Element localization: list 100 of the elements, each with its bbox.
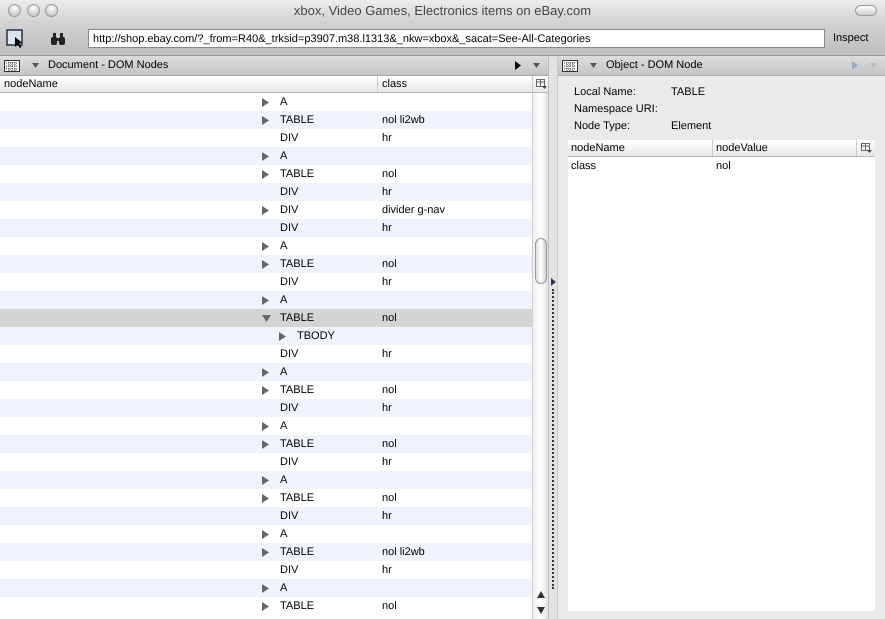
disclosure-triangle-icon[interactable] — [262, 98, 269, 106]
column-header[interactable]: nodeValue — [713, 140, 857, 156]
class-value: hr — [381, 275, 392, 290]
disclosure-triangle-icon[interactable] — [262, 296, 269, 304]
tree-row[interactable]: A — [0, 237, 532, 255]
tree-row[interactable]: A — [0, 93, 532, 111]
tree-row[interactable]: DIV hr — [0, 507, 532, 525]
node-name: DIV — [280, 275, 298, 290]
pane-title: Object - DOM Node — [606, 58, 703, 74]
toolbar-toggle-button[interactable] — [855, 5, 877, 16]
splitter-arrow-icon[interactable] — [550, 278, 556, 286]
forward-arrow-icon[interactable] — [515, 61, 521, 70]
disclosure-triangle-icon[interactable] — [262, 422, 269, 430]
attribute-value: nol — [715, 159, 731, 174]
tree-row[interactable]: A — [0, 147, 532, 165]
tree-row[interactable]: A — [0, 291, 532, 309]
tree-row[interactable]: DIV hr — [0, 561, 532, 579]
disclosure-triangle-icon[interactable] — [262, 368, 269, 376]
class-value: nol — [381, 311, 397, 326]
tree-row[interactable]: DIV hr — [0, 345, 532, 363]
disclosure-triangle-icon[interactable] — [262, 530, 269, 538]
tree-row[interactable]: DIV hr — [0, 453, 532, 471]
disclosure-triangle-icon[interactable] — [262, 242, 269, 250]
scrollbar-thumb[interactable] — [534, 238, 546, 284]
window-title: xbox, Video Games, Electronics items on eBay.com — [294, 2, 592, 20]
tree-row[interactable]: DIV hr — [0, 219, 532, 237]
column-options-icon[interactable] — [860, 143, 872, 153]
tree-row[interactable]: DIV hr — [0, 183, 532, 201]
disclosure-triangle-icon[interactable] — [262, 548, 269, 556]
splitter-handle[interactable] — [552, 289, 554, 589]
disclosure-triangle-icon[interactable] — [262, 386, 269, 394]
zoom-window-button[interactable] — [45, 4, 58, 17]
tree-row[interactable]: A — [0, 579, 532, 597]
tree-row[interactable]: TABLE nol li2wb — [0, 111, 532, 129]
column-header[interactable]: nodeName — [568, 140, 713, 156]
disclosure-triangle-icon[interactable] — [279, 332, 286, 340]
scroll-up-arrow-icon[interactable] — [536, 591, 544, 598]
tree-row[interactable]: A — [0, 471, 532, 489]
disclosure-triangle-icon[interactable] — [262, 152, 269, 160]
select-element-icon[interactable] — [6, 28, 26, 48]
dropdown-arrow-icon[interactable] — [32, 63, 39, 68]
dropdown-arrow-icon[interactable] — [590, 63, 597, 68]
tree-row[interactable]: TABLE nol — [0, 309, 532, 327]
disclosure-triangle-icon[interactable] — [262, 314, 271, 322]
node-name: A — [280, 365, 288, 380]
tree-row[interactable]: TABLE nol li2wb — [0, 543, 532, 561]
scroll-down-arrow-icon[interactable] — [536, 607, 544, 614]
tree-row[interactable]: A — [0, 417, 532, 435]
tree-row[interactable]: TBODY — [0, 327, 532, 345]
tree-row[interactable]: TABLE nol — [0, 255, 532, 273]
column-header[interactable]: nodeName — [0, 76, 378, 92]
inspect-label[interactable]: Inspect — [833, 30, 868, 47]
node-name: A — [280, 473, 288, 488]
disclosure-triangle-icon[interactable] — [262, 260, 269, 268]
tree-row[interactable]: DIV hr — [0, 273, 532, 291]
node-name: TABLE — [280, 545, 314, 560]
node-name: DIV — [280, 203, 298, 218]
class-value: nol — [381, 257, 397, 272]
node-name: TBODY — [297, 329, 335, 344]
class-value: hr — [381, 509, 392, 524]
close-window-button[interactable] — [8, 4, 21, 17]
node-name: TABLE — [280, 257, 314, 272]
node-name: A — [280, 527, 288, 542]
disclosure-triangle-icon[interactable] — [262, 116, 269, 124]
disclosure-triangle-icon[interactable] — [262, 602, 269, 610]
node-name: TABLE — [280, 113, 314, 128]
property-value: Element — [671, 119, 712, 134]
attribute-name: class — [570, 159, 598, 174]
class-value: nol — [381, 437, 397, 452]
grid-view-icon[interactable] — [562, 60, 578, 72]
tree-row[interactable]: A — [0, 525, 532, 543]
column-header[interactable]: class — [378, 76, 532, 92]
class-value: hr — [381, 401, 392, 416]
disclosure-triangle-icon[interactable] — [262, 476, 269, 484]
disclosure-triangle-icon[interactable] — [262, 584, 269, 592]
class-value: hr — [381, 131, 392, 146]
tree-row[interactable]: TABLE nol — [0, 489, 532, 507]
pane-title: Document - DOM Nodes — [48, 58, 168, 74]
tree-row[interactable]: TABLE nol — [0, 597, 532, 615]
disclosure-triangle-icon[interactable] — [262, 206, 269, 214]
minimize-window-button[interactable] — [26, 4, 40, 17]
tree-row[interactable]: TABLE nol — [0, 435, 532, 453]
grid-view-icon[interactable] — [4, 60, 20, 72]
disclosure-triangle-icon[interactable] — [262, 170, 269, 178]
tree-row[interactable]: DIV hr — [0, 129, 532, 147]
tree-row[interactable]: DIV hr — [0, 399, 532, 417]
tree-row[interactable]: DIV divider g-nav — [0, 201, 532, 219]
class-value: nol li2wb — [381, 545, 425, 560]
dropdown-arrow-icon[interactable] — [533, 63, 540, 68]
node-name: TABLE — [280, 491, 314, 506]
column-options-icon[interactable] — [536, 79, 546, 89]
disclosure-triangle-icon[interactable] — [262, 440, 269, 448]
url-field[interactable]: http://shop.ebay.com/?_from=R40&_trksid=p3907.m38.l1313&_nkw=xbox&_sacat=See-All-Categories — [88, 29, 825, 48]
node-name: A — [280, 149, 288, 164]
class-value: nol — [381, 491, 397, 506]
tree-row[interactable]: TABLE nol — [0, 165, 532, 183]
tree-row[interactable]: TABLE nol — [0, 381, 532, 399]
tree-row[interactable]: A — [0, 363, 532, 381]
disclosure-triangle-icon[interactable] — [262, 494, 269, 502]
binoculars-icon[interactable] — [50, 32, 66, 46]
